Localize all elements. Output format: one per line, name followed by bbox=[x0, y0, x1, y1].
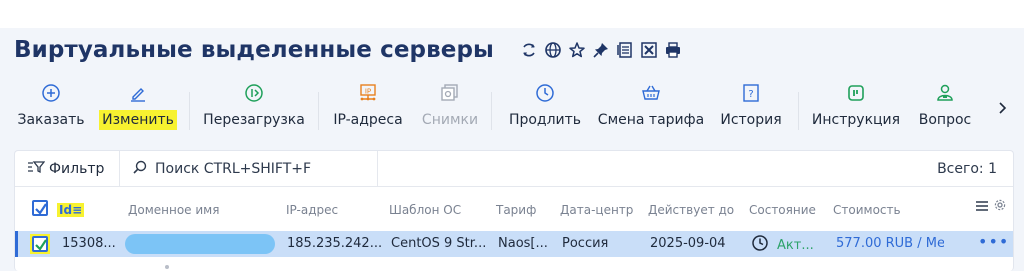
settings-icon[interactable] bbox=[994, 199, 1006, 214]
globe-icon[interactable] bbox=[544, 41, 562, 59]
table-row[interactable]: 15308... 185.235.242... CentOS 9 Str... … bbox=[15, 231, 1013, 257]
basket-icon bbox=[641, 82, 661, 104]
edit-button[interactable]: Изменить bbox=[98, 82, 178, 130]
change-tariff-button[interactable]: Смена тарифа bbox=[597, 82, 705, 130]
question-button[interactable]: Вопрос bbox=[913, 82, 977, 130]
clock-icon bbox=[751, 234, 769, 256]
history-button[interactable]: ? История bbox=[716, 82, 786, 130]
support-icon bbox=[935, 82, 955, 104]
edit-label: Изменить bbox=[99, 110, 177, 130]
extend-label: Продлить bbox=[508, 112, 582, 128]
toolbar-separator bbox=[798, 92, 799, 130]
title-row: Виртуальные выделенные серверы bbox=[14, 37, 682, 63]
column-domain[interactable]: Доменное имя bbox=[128, 203, 219, 217]
change-tariff-label: Смена тарифа bbox=[597, 112, 705, 128]
snapshots-label: Снимки bbox=[421, 112, 479, 128]
column-os[interactable]: Шаблон ОС bbox=[389, 203, 461, 217]
column-tariff[interactable]: Тариф bbox=[496, 203, 536, 217]
title-actions bbox=[520, 41, 682, 59]
search-placeholder: Поиск CTRL+SHIFT+F bbox=[155, 161, 312, 177]
cell-os: CentOS 9 Str... bbox=[391, 236, 487, 251]
ip-icon: IP bbox=[358, 82, 378, 104]
cell-ip: 185.235.242... bbox=[287, 236, 383, 251]
column-id[interactable]: Id≡ bbox=[57, 203, 85, 217]
scroll-indicator bbox=[165, 265, 169, 269]
toolbar: Заказать Изменить Перезагрузка IP IP-адр… bbox=[0, 82, 1024, 138]
cell-domain-redacted bbox=[125, 234, 275, 254]
history-label: История bbox=[720, 112, 782, 128]
filter-bar: Фильтр Поиск CTRL+SHIFT+F Всего: 1 bbox=[15, 151, 1013, 187]
instruction-button[interactable]: Инструкция bbox=[811, 82, 901, 130]
excel-icon[interactable] bbox=[640, 41, 658, 59]
restart-icon bbox=[244, 82, 264, 104]
toolbar-separator bbox=[318, 92, 319, 130]
instruction-label: Инструкция bbox=[811, 112, 901, 128]
column-status[interactable]: Состояние bbox=[749, 203, 816, 217]
filter-icon bbox=[27, 160, 46, 178]
document-icon[interactable] bbox=[616, 41, 634, 59]
star-icon[interactable] bbox=[568, 41, 586, 59]
instruction-icon bbox=[846, 82, 866, 104]
select-all-checkbox[interactable] bbox=[32, 200, 48, 216]
filter-separator bbox=[377, 151, 378, 187]
sort-icon: ≡ bbox=[72, 203, 83, 217]
cell-expires: 2025-09-04 bbox=[650, 236, 726, 251]
order-button[interactable]: Заказать bbox=[17, 82, 85, 130]
ip-addresses-label: IP-адреса bbox=[333, 112, 403, 128]
order-label: Заказать bbox=[17, 112, 85, 128]
toolbar-separator bbox=[491, 92, 492, 130]
columns-menu-icon[interactable] bbox=[975, 199, 989, 216]
search-input[interactable]: Поиск CTRL+SHIFT+F bbox=[133, 160, 311, 178]
cell-id: 15308... bbox=[62, 236, 116, 251]
cell-price: 577.00 RUB / Меся bbox=[836, 236, 944, 251]
plus-circle-icon bbox=[41, 82, 61, 104]
svg-text:IP: IP bbox=[365, 88, 371, 96]
print-icon[interactable] bbox=[664, 41, 682, 59]
filter-label: Фильтр bbox=[49, 161, 105, 177]
history-icon: ? bbox=[741, 82, 761, 104]
top-bar bbox=[0, 0, 1024, 28]
snapshots-button[interactable]: Снимки bbox=[417, 82, 483, 130]
snapshot-icon bbox=[440, 82, 460, 104]
question-label: Вопрос bbox=[918, 112, 972, 128]
pin-icon[interactable] bbox=[592, 41, 610, 59]
status-text: Акт... bbox=[777, 237, 814, 253]
filter-separator bbox=[119, 151, 120, 187]
search-icon bbox=[133, 160, 147, 178]
filter-button[interactable]: Фильтр bbox=[27, 160, 104, 178]
row-actions-icon[interactable]: ••• bbox=[978, 232, 1009, 251]
cell-tariff: Naos[... bbox=[498, 236, 548, 251]
column-datacenter[interactable]: Дата-центр bbox=[560, 203, 633, 217]
page-title: Виртуальные выделенные серверы bbox=[14, 37, 494, 63]
table-header: Id≡ Доменное имя IP-адрес Шаблон ОС Тари… bbox=[15, 197, 1013, 221]
extend-button[interactable]: Продлить bbox=[505, 82, 585, 130]
total-count: Всего: 1 bbox=[937, 161, 997, 177]
clock-icon bbox=[535, 82, 555, 104]
cell-status: Акт... bbox=[751, 234, 814, 256]
refresh-icon[interactable] bbox=[520, 41, 538, 59]
pencil-icon bbox=[128, 82, 148, 104]
reboot-button[interactable]: Перезагрузка bbox=[202, 82, 306, 130]
cell-datacenter: Россия bbox=[562, 236, 609, 251]
servers-table-panel: Фильтр Поиск CTRL+SHIFT+F Всего: 1 Id≡ Д… bbox=[14, 150, 1014, 271]
column-ip[interactable]: IP-адрес bbox=[286, 203, 338, 217]
row-checkbox[interactable] bbox=[32, 236, 48, 252]
row-checkbox-highlight bbox=[30, 234, 50, 254]
reboot-label: Перезагрузка bbox=[203, 112, 305, 128]
column-id-label: Id bbox=[59, 203, 73, 217]
toolbar-separator bbox=[189, 92, 190, 130]
chevron-right-icon[interactable] bbox=[998, 100, 1008, 119]
ip-addresses-button[interactable]: IP IP-адреса bbox=[331, 82, 405, 130]
svg-text:?: ? bbox=[748, 89, 753, 100]
column-expires[interactable]: Действует до bbox=[648, 203, 734, 217]
column-price[interactable]: Стоимость bbox=[833, 203, 901, 217]
